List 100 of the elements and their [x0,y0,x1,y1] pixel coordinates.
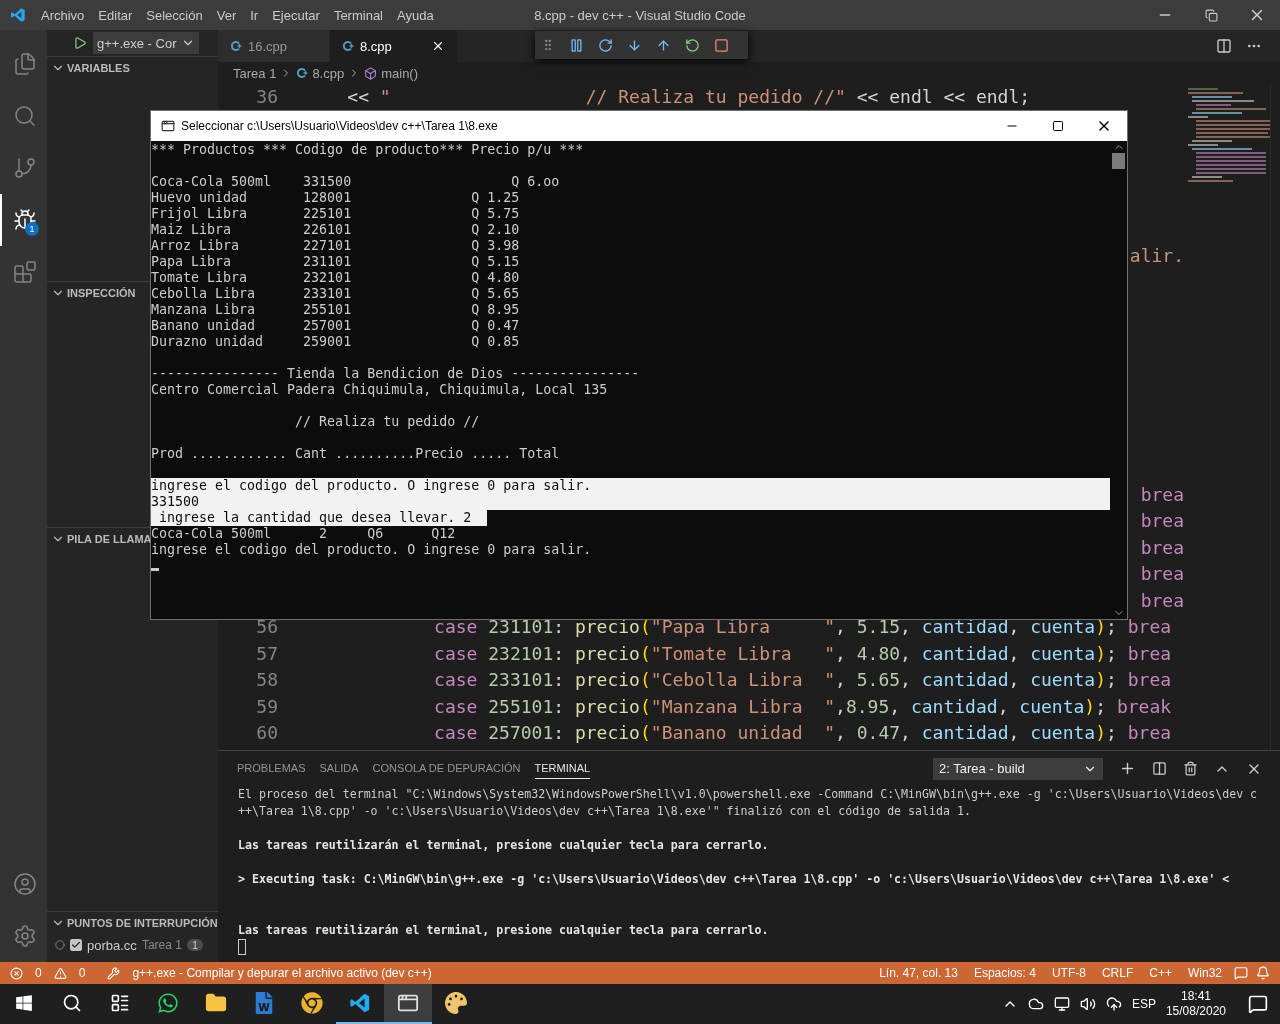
notifications-icon[interactable] [1248,994,1268,1014]
cloud-icon[interactable] [1027,996,1044,1012]
menu-item[interactable]: Ayuda [390,7,441,23]
terminal-cursor [238,939,246,955]
browser-icon[interactable] [301,992,323,1014]
search-icon[interactable] [62,993,82,1013]
feedback-icon[interactable] [1234,966,1248,980]
console-line: Frijol Libra 225101 Q 5.75 [151,206,520,222]
section-header[interactable]: PUNTOS DE INTERRUPCIÓN [47,912,218,934]
breadcrumb-item[interactable]: main() [381,65,419,81]
menu-item[interactable]: Selección [139,7,210,23]
restore-icon[interactable] [1204,8,1218,22]
bell-icon[interactable] [1256,966,1270,980]
console-line: ---------------- Tienda la Bendicion de Dios ---------------- [151,366,640,382]
cloud-upload-icon[interactable] [1105,996,1122,1012]
breadcrumb-item[interactable]: Tarea 1 [233,65,277,81]
start-debug-icon[interactable] [73,36,87,50]
code-line: case 233101: precio("Cebolla Libra ", 5.65, cantidad, cuenta); brea [433,668,1172,692]
console-window-icon[interactable] [397,992,419,1014]
checkbox[interactable] [70,939,82,951]
menu-item[interactable]: Ejecutar [265,7,327,23]
warning-count[interactable]: 0 [74,966,90,980]
panel-tab[interactable]: CONSOLA DE DEPURACIÓN [372,758,521,779]
status-item[interactable]: CRLF [1097,966,1138,980]
code-line: case 257001: precio("Banano unidad ", 0.47, cantidad, cuenta); brea [433,721,1172,745]
window-title: 8.cpp - dev c++ - Visual Studio Code [534,7,746,23]
account-icon[interactable] [12,872,37,896]
code-line: brea [1140,562,1184,586]
step-into-icon[interactable] [627,37,642,53]
palette-icon[interactable] [445,992,467,1014]
console-line: Prod ............ Cant ..........Precio ..... Total [151,446,560,462]
trash-icon[interactable] [1183,761,1198,776]
error-count[interactable]: 0 [31,966,46,980]
split-editor-icon[interactable] [1216,38,1232,54]
console-line: Maiz Libra 226101 Q 2.10 [151,222,520,238]
scrollbar-thumb[interactable] [1112,153,1125,169]
start-icon[interactable] [15,994,33,1012]
menu-item[interactable]: Editar [91,7,140,23]
status-item[interactable]: Espacios: 4 [969,966,1040,980]
volume-icon[interactable] [1079,996,1096,1012]
chat-app-icon[interactable] [157,992,179,1014]
clock-time[interactable]: 18:41 [1180,989,1211,1004]
taskbar-app-button[interactable] [384,984,432,1024]
menu-item[interactable]: Terminal [326,7,390,23]
close-icon[interactable] [431,39,445,53]
editor-tab[interactable]: 8.cpp [330,30,458,62]
editor-tab[interactable]: 16.cpp [218,30,330,62]
status-item[interactable]: UTF-8 [1047,966,1090,980]
restart-icon[interactable] [685,37,700,53]
folder-icon[interactable] [205,992,227,1014]
section-header[interactable]: VARIABLES [47,57,130,79]
status-item[interactable]: C++ [1145,966,1176,980]
terminal-select[interactable]: 2: Tarea - build [933,757,1103,780]
terminal-line: Las tareas reutilizarán el terminal, presione cualquier tecla para cerrarlo. [238,922,770,939]
stop-icon[interactable] [714,37,729,53]
line-number: 59 [255,694,278,719]
panel-tab[interactable]: TERMINAL [534,758,591,779]
language-indicator[interactable]: ESP [1131,997,1156,1011]
console-line: Durazno unidad 259001 Q 0.85 [151,334,520,350]
settings-icon[interactable] [12,924,37,948]
status-item[interactable]: Lín. 47, col. 13 [875,966,962,980]
pause-icon[interactable] [569,37,584,53]
split-icon[interactable] [1152,761,1167,776]
code-editor-icon[interactable] [349,992,371,1014]
error-icon[interactable] [10,966,23,980]
status-item[interactable]: Win32 [1184,966,1226,980]
panel-tab[interactable]: PROBLEMAS [237,758,306,779]
console-line: // Realiza tu pedido // [294,414,480,430]
menu-item[interactable]: Ver [209,7,244,23]
breadcrumb-item[interactable]: 8.cpp [312,65,345,81]
task-view-icon[interactable] [110,993,130,1013]
section-header[interactable]: INSPECCIÓN [47,282,136,304]
panel-tab[interactable]: SALIDA [319,758,359,779]
step-over-icon[interactable] [598,37,613,53]
wrench-icon[interactable] [107,966,121,980]
branch-icon[interactable] [12,156,37,180]
menu-item[interactable]: Archivo [34,7,92,23]
add-icon[interactable] [1119,760,1136,777]
network-icon[interactable] [1053,996,1070,1012]
task-indicator[interactable]: g++.exe - Compilar y depurar el archivo activo (dev c++) [128,966,436,980]
maximize-icon[interactable] [1052,120,1064,132]
breakpoint-file: porba.cc [87,937,137,953]
section-header[interactable]: PILA DE LLAMA [47,528,152,550]
document-icon[interactable] [253,992,275,1014]
clock-date[interactable]: 15/08/2020 [1165,1004,1226,1019]
line-number: 57 [255,641,278,666]
code-line: brea [1140,482,1184,507]
console-app-icon [161,119,175,133]
console-line: Coca-Cola 500ml 2 Q6 Q12 [151,526,456,542]
bug-icon[interactable] [12,208,37,232]
warning-icon[interactable] [53,966,67,980]
line-number: 60 [255,721,278,745]
code-line: brea [1140,588,1184,613]
step-out-icon[interactable] [656,37,671,53]
menu-item[interactable]: Ir [243,7,266,23]
line-number: 58 [255,668,278,692]
launch-config-select[interactable]: g++.exe - Cor [93,32,199,54]
files-icon[interactable] [12,52,37,76]
blocks-icon[interactable] [12,260,37,284]
text-cursor [151,568,159,571]
